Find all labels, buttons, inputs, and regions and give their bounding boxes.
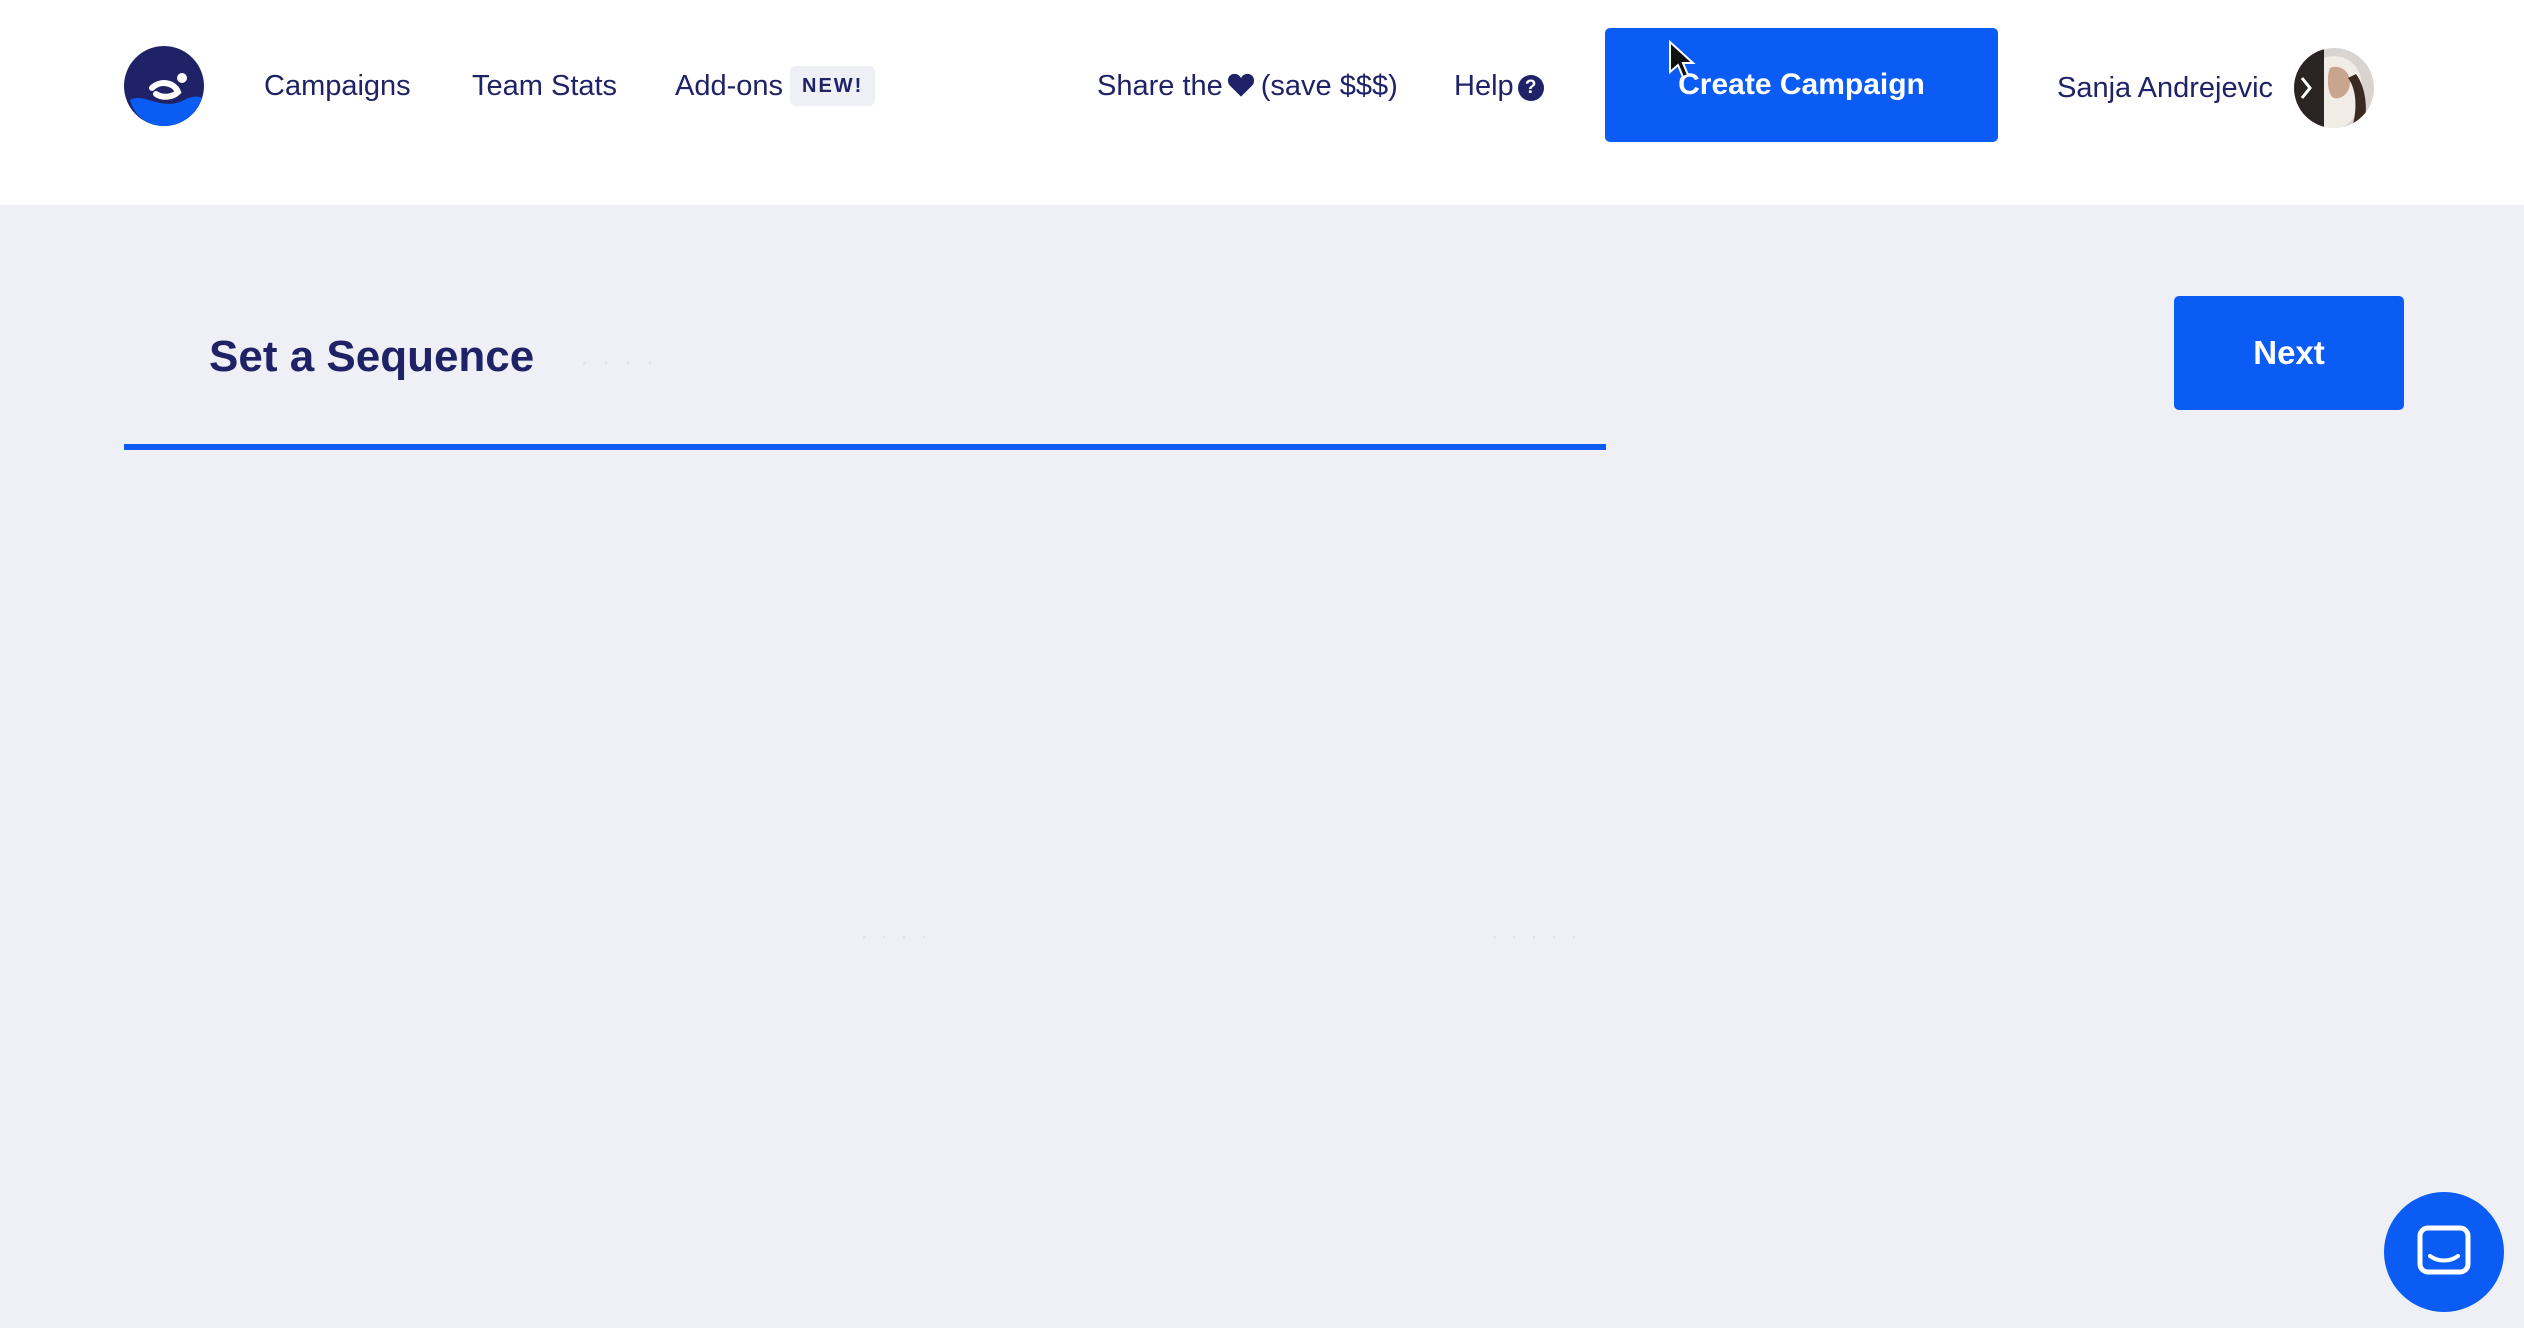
loading-placeholder-right: · · · · ·: [1490, 920, 1581, 950]
nav-link-campaigns[interactable]: Campaigns: [264, 68, 411, 104]
logo-icon[interactable]: [122, 44, 206, 128]
share-suffix-text: (save $$$): [1260, 70, 1398, 102]
step-ghost-text: · · · ·: [580, 346, 658, 376]
loading-placeholder-left: · · · ·: [860, 920, 931, 950]
question-icon: ?: [1517, 75, 1544, 101]
avatar-photo-icon: [2294, 48, 2374, 128]
create-campaign-button[interactable]: Create Campaign: [1605, 28, 1998, 142]
new-badge: NEW!: [790, 66, 876, 106]
avatar[interactable]: [2294, 48, 2374, 128]
next-button[interactable]: Next: [2174, 296, 2404, 410]
help-label: Help: [1454, 70, 1514, 102]
chat-icon: [2417, 1225, 2471, 1275]
share-referral-link[interactable]: Share the (save $$$): [1097, 68, 1398, 104]
nav-link-add-ons[interactable]: Add-ons: [675, 68, 783, 104]
step-progress-bar: [124, 444, 1606, 450]
top-navigation-bar: Campaigns Team Stats Add-ons NEW! Share …: [0, 0, 2524, 205]
help-link[interactable]: Help?: [1454, 68, 1544, 104]
step-title: Set a Sequence: [209, 332, 535, 381]
heart-icon: [1227, 73, 1254, 97]
chat-launcher-button[interactable]: [2384, 1192, 2504, 1312]
nav-link-team-stats[interactable]: Team Stats: [472, 68, 617, 104]
user-name[interactable]: Sanja Andrejevic: [2057, 70, 2273, 106]
share-prefix-text: Share the: [1097, 70, 1223, 102]
mouse-cursor-icon: [1669, 40, 1696, 79]
